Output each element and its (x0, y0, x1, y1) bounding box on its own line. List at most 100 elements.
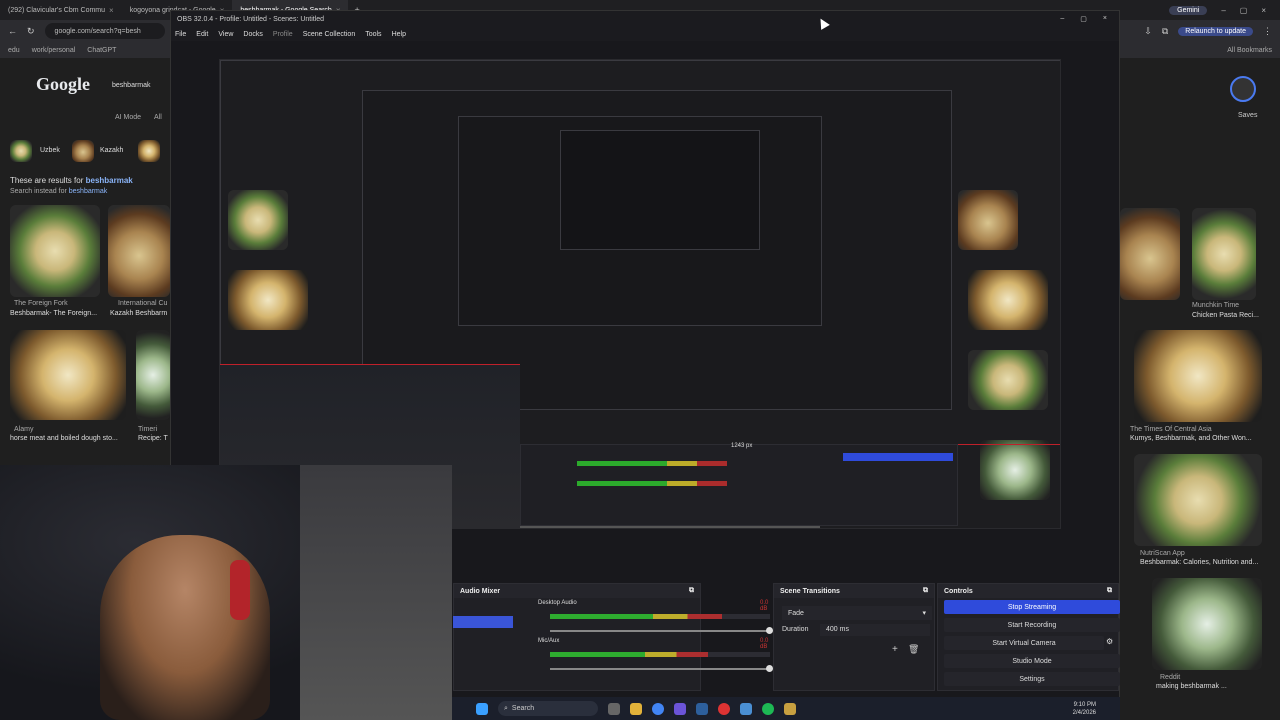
gemini-button[interactable]: Gemini (1169, 5, 1208, 15)
volume-meter (550, 614, 722, 619)
reload-icon[interactable]: ↻ (27, 26, 35, 37)
result-image[interactable] (10, 330, 126, 420)
dock-menu-icon[interactable]: ⧉ (1107, 587, 1112, 595)
result-title[interactable]: Kumys, Beshbarmak, and Other Won... (1130, 435, 1252, 442)
menu-view[interactable]: View (218, 31, 233, 38)
maximize-icon[interactable]: ▢ (1080, 15, 1087, 23)
dock-menu-icon[interactable]: ⧉ (689, 587, 694, 595)
menu-edit[interactable]: Edit (196, 31, 208, 38)
taskbar-clock[interactable]: 9:10 PM 2/4/2026 (1073, 701, 1096, 717)
avatar[interactable] (1230, 76, 1256, 102)
settings-button[interactable]: Settings (944, 672, 1120, 686)
source-highlight (453, 616, 513, 628)
webcam-overlay (0, 465, 452, 720)
result-title[interactable]: Beshbarmak: Calories, Nutrition and... (1140, 559, 1258, 566)
app-icon[interactable] (740, 702, 752, 715)
close-window-icon[interactable]: × (1103, 15, 1107, 23)
result-image[interactable] (1120, 208, 1180, 300)
result-title[interactable]: Chicken Pasta Reci... (1192, 312, 1259, 319)
close-window-icon[interactable]: × (1261, 6, 1266, 15)
transition-select[interactable]: Fade ▾ (782, 606, 932, 620)
controls-dock: Controls ⧉ Stop Streaming Start Recording… (937, 583, 1120, 691)
address-bar[interactable]: google.com/search?q=besh (44, 23, 165, 39)
result-title[interactable]: horse meat and boiled dough sto... (10, 435, 118, 442)
obs-icon[interactable] (718, 702, 730, 715)
taskbar-search[interactable]: ⌕ Search (498, 701, 598, 716)
menu-icon[interactable]: ⋮ (1263, 26, 1272, 37)
bookmark-item[interactable]: edu (8, 47, 20, 54)
result-title[interactable]: Recipe: T (138, 435, 168, 442)
volume-slider[interactable] (550, 630, 770, 632)
start-recording-button[interactable]: Start Recording (944, 618, 1120, 632)
gear-icon[interactable]: ⚙ (1106, 637, 1113, 646)
volume-knob[interactable] (766, 627, 773, 634)
duration-input[interactable]: 400 ms (820, 624, 930, 636)
steam-icon[interactable] (696, 702, 708, 715)
app-icon[interactable] (784, 702, 796, 715)
result-image[interactable] (136, 330, 170, 420)
duration-label: Duration (782, 626, 809, 633)
result-image[interactable] (10, 205, 100, 297)
studio-mode-button[interactable]: Studio Mode (944, 654, 1120, 668)
saves-link[interactable]: Saves (1238, 112, 1257, 119)
add-icon[interactable]: + (892, 644, 898, 655)
channel-db: 0.0 dB (760, 638, 769, 650)
volume-knob[interactable] (766, 665, 773, 672)
result-image[interactable] (1134, 330, 1262, 422)
minimize-icon[interactable]: – (1221, 6, 1225, 15)
app-icon[interactable] (608, 702, 620, 715)
nested-stop-button (843, 453, 953, 461)
dock-menu-icon[interactable]: ⧉ (923, 587, 928, 595)
results-for: These are results for beshbarmak (10, 176, 133, 185)
extensions-icon[interactable]: ⧉ (1162, 26, 1168, 37)
search-query[interactable]: beshbarmak (112, 82, 151, 89)
discord-icon[interactable] (674, 702, 686, 715)
stop-streaming-button[interactable]: Stop Streaming (944, 600, 1120, 614)
tab-ai-mode[interactable]: AI Mode (115, 114, 141, 121)
result-image[interactable] (1192, 208, 1256, 300)
all-bookmarks[interactable]: All Bookmarks (1227, 47, 1272, 54)
tab-all[interactable]: All (154, 114, 162, 121)
spotify-icon[interactable] (762, 702, 774, 715)
relaunch-button[interactable]: Relaunch to update (1178, 26, 1253, 36)
menu-scene-collection[interactable]: Scene Collection (303, 31, 356, 38)
result-title[interactable]: Beshbarmak- The Foreign... (10, 310, 97, 317)
menu-help[interactable]: Help (392, 31, 406, 38)
result-title[interactable]: making beshbarmak ... (1156, 683, 1227, 690)
search-icon: ⌕ (504, 704, 508, 712)
result-image[interactable] (1152, 578, 1262, 670)
folder-icon[interactable] (630, 702, 642, 715)
menu-file[interactable]: File (175, 31, 186, 38)
chip-uzbek[interactable]: Uzbek (40, 147, 60, 154)
menu-tools[interactable]: Tools (365, 31, 381, 38)
nested-counter: 1243 px (731, 443, 753, 449)
obs-title: OBS 32.0.4 - Profile: Untitled - Scenes:… (177, 15, 325, 23)
browser-tab[interactable]: (292) Clavicular's Cbm Commu × (0, 0, 122, 20)
download-icon[interactable]: ⇩ (1144, 26, 1152, 37)
nested-image (980, 440, 1050, 500)
obs-titlebar: OBS 32.0.4 - Profile: Untitled - Scenes:… (171, 11, 1119, 27)
close-icon[interactable]: × (109, 6, 114, 15)
volume-slider[interactable] (550, 668, 770, 670)
result-image[interactable] (1134, 454, 1262, 546)
chip-kazakh[interactable]: Kazakh (100, 147, 123, 154)
menu-docks[interactable]: Docks (243, 31, 262, 38)
start-icon[interactable] (476, 702, 488, 715)
start-virtual-camera-button[interactable]: Start Virtual Camera (944, 636, 1104, 650)
result-image[interactable] (108, 205, 170, 297)
obs-preview[interactable]: 1243 px (219, 59, 1061, 529)
result-source: The Times Of Central Asia (1130, 426, 1212, 433)
result-title[interactable]: Kazakh Beshbarm (110, 310, 167, 317)
maximize-icon[interactable]: ▢ (1240, 6, 1248, 15)
controls-header: Controls ⧉ (938, 584, 1118, 598)
bookmark-item[interactable]: ChatGPT (87, 47, 116, 54)
back-icon[interactable]: ← (8, 26, 17, 36)
trash-icon[interactable]: 🗑 (908, 644, 919, 655)
bookmark-item[interactable]: work/personal (32, 47, 76, 54)
nested-image (968, 350, 1048, 410)
chrome-icon[interactable] (652, 702, 664, 715)
menu-profile[interactable]: Profile (273, 31, 293, 38)
result-source: International Cu (118, 300, 168, 307)
minimize-icon[interactable]: – (1060, 15, 1064, 23)
result-source: Reddit (1160, 674, 1181, 681)
